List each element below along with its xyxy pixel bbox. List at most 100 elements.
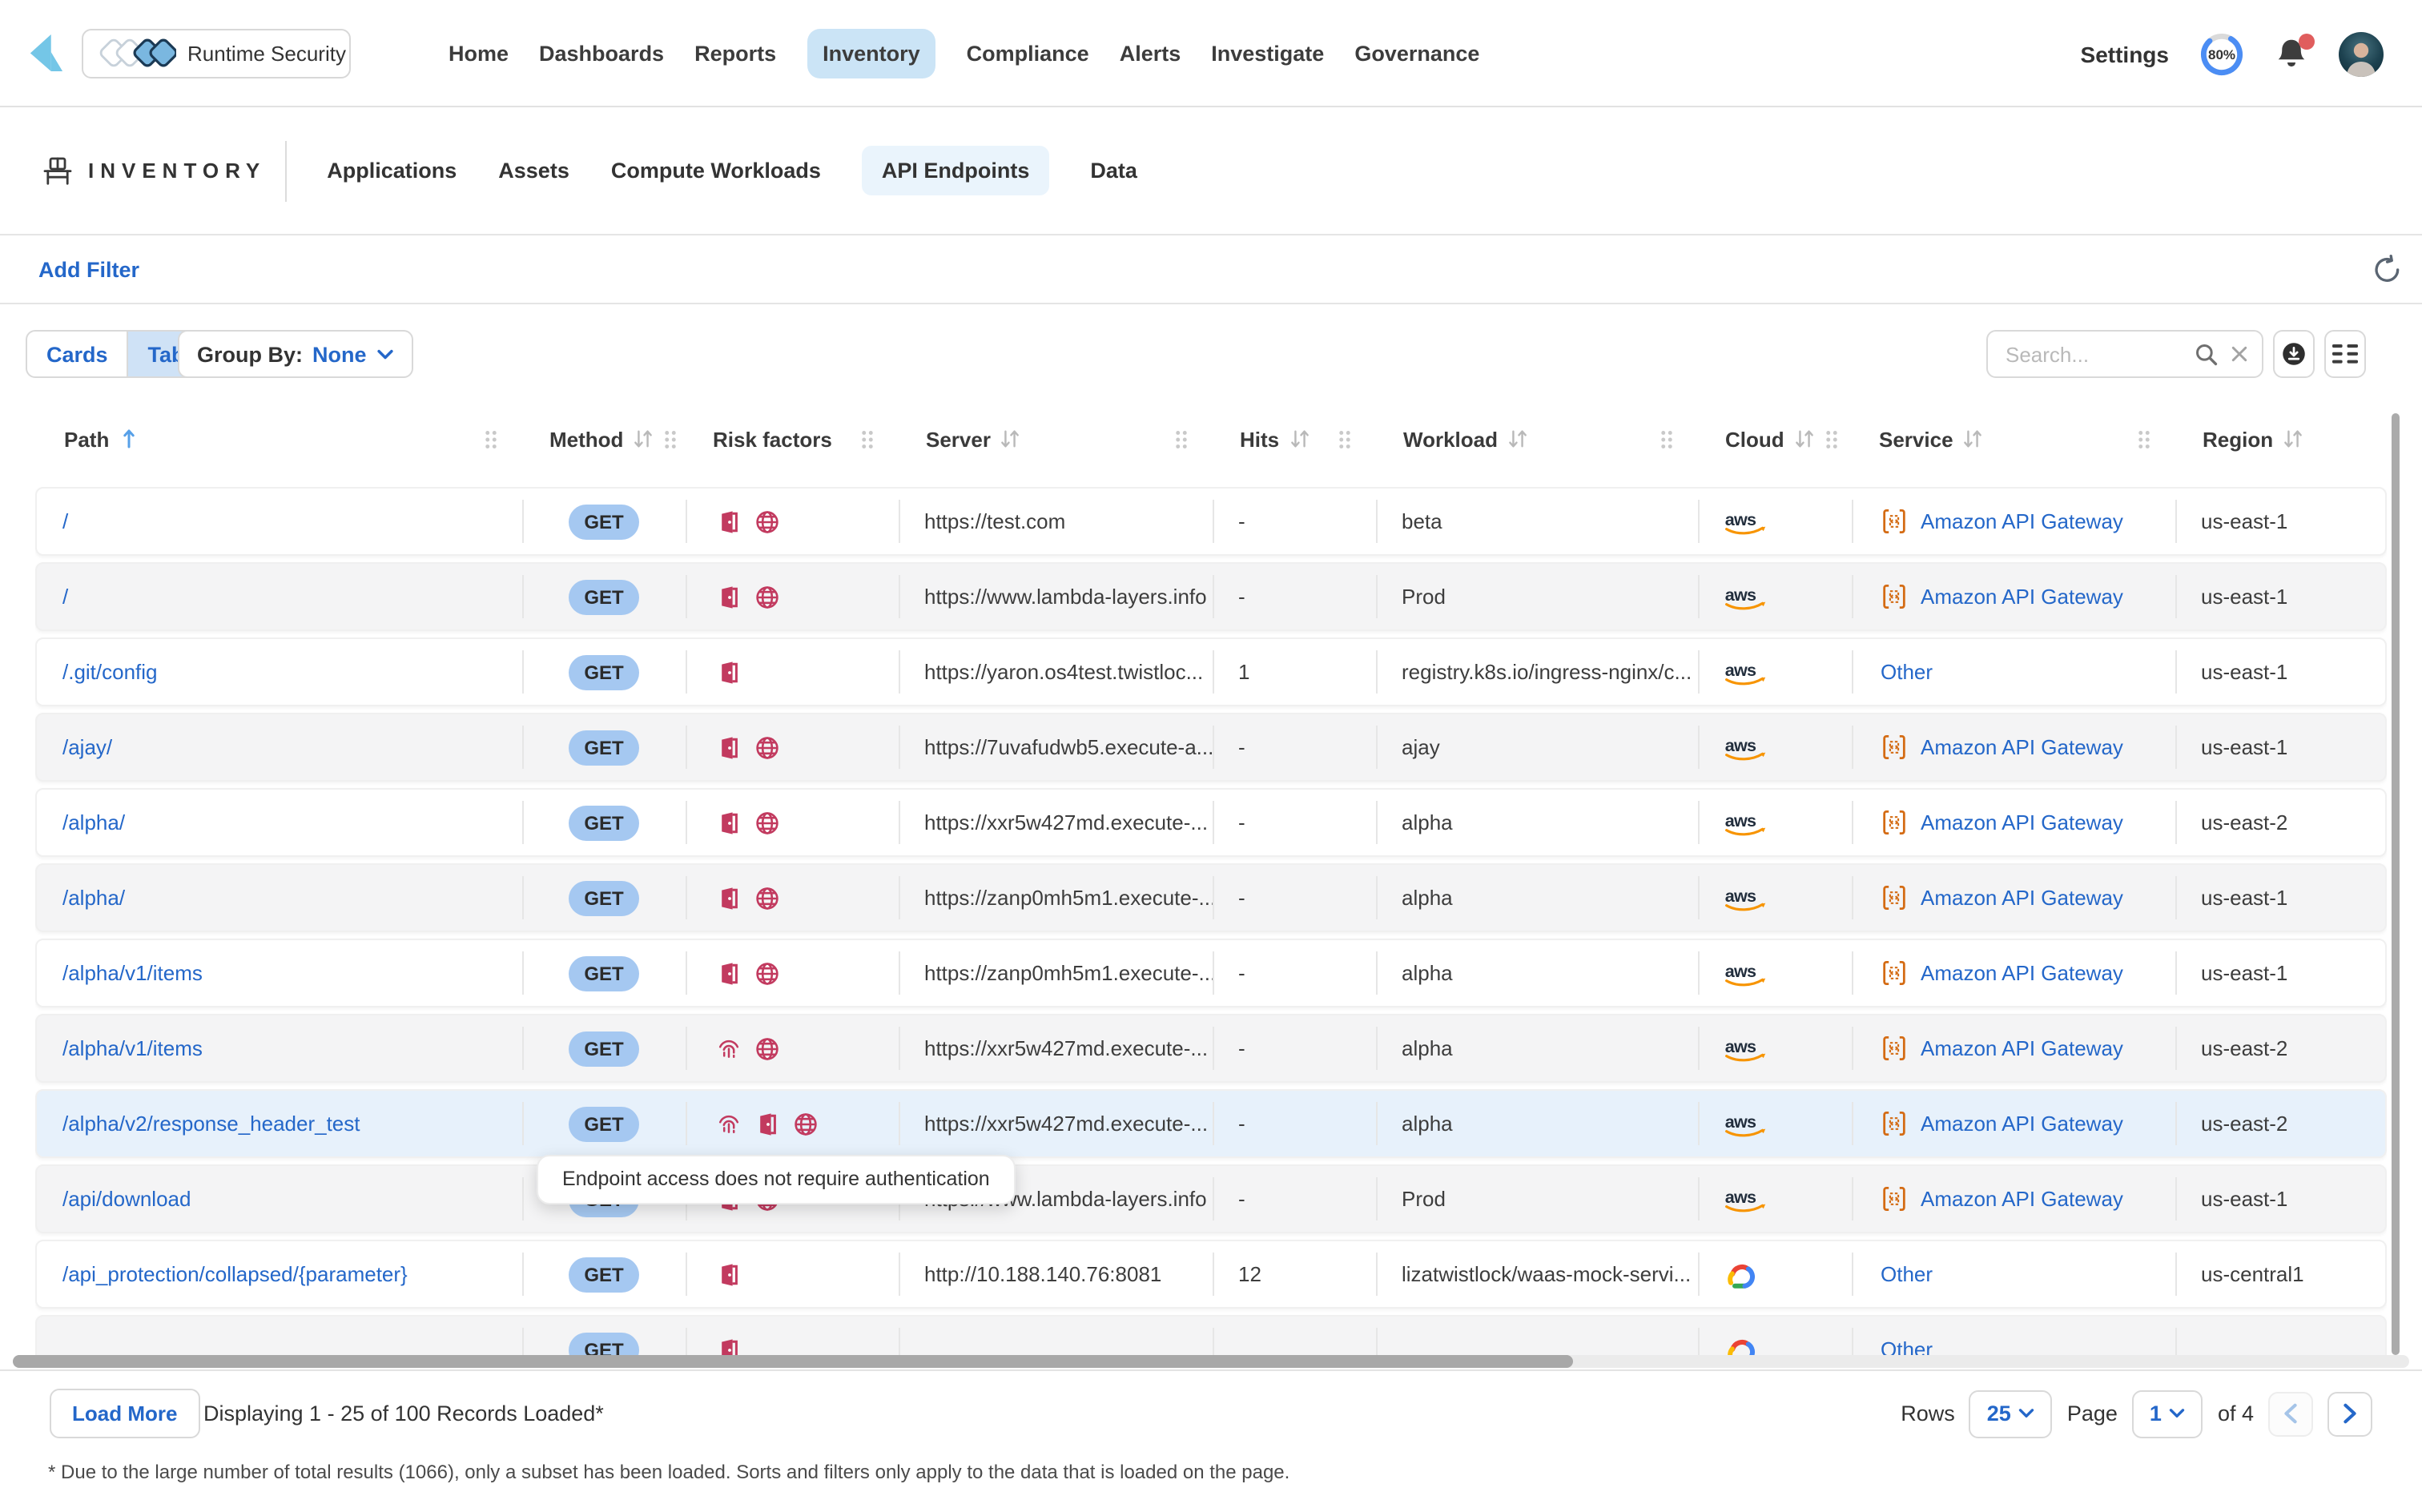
tab-compute-workloads[interactable]: Compute Workloads [611, 159, 821, 183]
risk-door-icon[interactable] [754, 1111, 780, 1136]
service-link[interactable]: Other [1881, 1337, 1933, 1355]
endpoint-path-link[interactable]: / [62, 585, 68, 609]
drag-handle-icon[interactable] [1660, 428, 1674, 449]
column-header-risk-factors[interactable]: Risk factors [684, 427, 897, 451]
horizontal-scrollbar-thumb[interactable] [13, 1355, 1573, 1368]
table-row[interactable]: /ajay/GEThttps://7uvafudwb5.execute-a...… [35, 713, 2387, 782]
risk-door-icon[interactable] [716, 885, 742, 911]
sort-icon[interactable] [1963, 429, 1984, 448]
endpoint-path-link[interactable]: /alpha/v1/items [62, 961, 203, 985]
column-header-method[interactable]: Method [521, 427, 684, 451]
drag-handle-icon[interactable] [1174, 428, 1189, 449]
settings-button[interactable]: Settings [2081, 41, 2169, 66]
drag-handle-icon[interactable] [1825, 428, 1839, 449]
risk-door-icon[interactable] [716, 1337, 742, 1355]
nav-item-home[interactable]: Home [449, 42, 509, 66]
nav-item-investigate[interactable]: Investigate [1211, 42, 1324, 66]
sort-icon[interactable] [633, 429, 654, 448]
service-link[interactable]: Amazon API Gateway [1921, 1187, 2123, 1211]
risk-door-icon[interactable] [716, 509, 742, 534]
tab-api-endpoints[interactable]: API Endpoints [863, 146, 1049, 195]
table-row[interactable]: /alpha/v1/itemsGEThttps://zanp0mh5m1.exe… [35, 939, 2387, 1007]
column-header-server[interactable]: Server [897, 427, 1211, 451]
group-by-dropdown[interactable]: Group By: None [178, 330, 413, 378]
table-row[interactable]: /.git/configGEThttps://yaron.os4test.twi… [35, 637, 2387, 706]
drag-handle-icon[interactable] [663, 428, 678, 449]
risk-globe-icon[interactable] [754, 960, 780, 986]
service-link[interactable]: Amazon API Gateway [1921, 810, 2123, 834]
risk-door-icon[interactable] [716, 1261, 742, 1287]
endpoint-path-link[interactable]: /alpha/v1/items [62, 1036, 203, 1060]
product-switcher[interactable]: Runtime Security [82, 28, 351, 78]
drag-handle-icon[interactable] [2137, 428, 2151, 449]
risk-globe-icon[interactable] [754, 509, 780, 534]
risk-door-icon[interactable] [716, 810, 742, 835]
service-link[interactable]: Amazon API Gateway [1921, 735, 2123, 759]
nav-item-dashboards[interactable]: Dashboards [539, 42, 664, 66]
table-row[interactable]: /alpha/v1/itemsGEThttps://xxr5w427md.exe… [35, 1014, 2387, 1083]
endpoint-path-link[interactable]: /api/download [62, 1187, 191, 1211]
endpoint-path-link[interactable]: /api_protection/collapsed/{parameter} [62, 1262, 408, 1286]
service-link[interactable]: Amazon API Gateway [1921, 509, 2123, 533]
endpoint-path-link[interactable]: /.git/config [62, 660, 158, 684]
user-avatar[interactable] [2339, 31, 2384, 76]
column-header-path[interactable]: Path [35, 427, 521, 451]
search-input[interactable] [2006, 342, 2183, 366]
risk-globe-icon[interactable] [793, 1111, 819, 1136]
next-page-button[interactable] [2327, 1391, 2372, 1436]
drag-handle-icon[interactable] [860, 428, 875, 449]
service-link[interactable]: Amazon API Gateway [1921, 1036, 2123, 1060]
tab-applications[interactable]: Applications [327, 159, 457, 183]
nav-item-compliance[interactable]: Compliance [967, 42, 1089, 66]
tab-data[interactable]: Data [1090, 159, 1137, 183]
service-link[interactable]: Other [1881, 660, 1933, 684]
risk-fingerprint-icon[interactable] [716, 1111, 742, 1136]
page-select[interactable]: 1 [2132, 1389, 2203, 1438]
service-link[interactable]: Amazon API Gateway [1921, 1112, 2123, 1136]
column-header-region[interactable]: Region [2174, 427, 2387, 451]
nav-item-alerts[interactable]: Alerts [1120, 42, 1181, 66]
endpoint-path-link[interactable]: /alpha/ [62, 810, 125, 834]
risk-globe-icon[interactable] [754, 734, 780, 760]
risk-door-icon[interactable] [716, 960, 742, 986]
sort-icon[interactable] [1794, 429, 1815, 448]
reset-filters-icon[interactable] [2372, 255, 2403, 285]
previous-page-button[interactable] [2268, 1391, 2313, 1436]
table-row[interactable]: /api/downloadGEThttps://www.lambda-layer… [35, 1164, 2387, 1233]
service-link[interactable]: Amazon API Gateway [1921, 585, 2123, 609]
table-row[interactable]: /alpha/GEThttps://xxr5w427md.execute-...… [35, 788, 2387, 857]
usage-ring[interactable]: 80% [2199, 31, 2244, 76]
tab-assets[interactable]: Assets [498, 159, 569, 183]
risk-globe-icon[interactable] [754, 885, 780, 911]
service-link[interactable]: Other [1881, 1262, 1933, 1286]
clear-search-icon[interactable] [2230, 344, 2249, 364]
table-row[interactable]: /alpha/GEThttps://zanp0mh5m1.execute-...… [35, 863, 2387, 932]
table-row[interactable]: /GEThttps://www.lambda-layers.info-ProdA… [35, 562, 2387, 631]
endpoint-path-link[interactable]: /ajay/ [62, 735, 112, 759]
nav-item-inventory[interactable]: Inventory [807, 29, 936, 78]
endpoint-path-link[interactable]: /alpha/v2/response_header_test [62, 1112, 360, 1136]
drag-handle-icon[interactable] [1338, 428, 1352, 449]
nav-item-reports[interactable]: Reports [694, 42, 776, 66]
endpoint-path-link[interactable]: / [62, 509, 68, 533]
sort-icon[interactable] [1289, 429, 1310, 448]
column-header-hits[interactable]: Hits [1211, 427, 1374, 451]
add-filter-button[interactable]: Add Filter [38, 258, 139, 282]
column-header-service[interactable]: Service [1850, 427, 2174, 451]
risk-fingerprint-icon[interactable] [716, 1035, 742, 1061]
risk-door-icon[interactable] [716, 734, 742, 760]
search-icon[interactable] [2195, 342, 2219, 366]
table-row[interactable]: /api_protection/collapsed/{parameter}GET… [35, 1240, 2387, 1309]
risk-globe-icon[interactable] [754, 1035, 780, 1061]
table-row[interactable]: /GEThttps://test.com-betaAmazon API Gate… [35, 487, 2387, 556]
drag-handle-icon[interactable] [484, 428, 498, 449]
risk-globe-icon[interactable] [754, 810, 780, 835]
column-header-workload[interactable]: Workload [1374, 427, 1696, 451]
sort-icon[interactable] [2283, 429, 2303, 448]
rows-per-page-select[interactable]: 25 [1969, 1389, 2053, 1438]
sort-ascending-icon[interactable] [119, 429, 139, 448]
view-toggle-cards[interactable]: Cards [27, 332, 127, 376]
sort-icon[interactable] [1507, 429, 1528, 448]
table-row[interactable]: GETOther [35, 1315, 2387, 1355]
risk-door-icon[interactable] [716, 584, 742, 609]
